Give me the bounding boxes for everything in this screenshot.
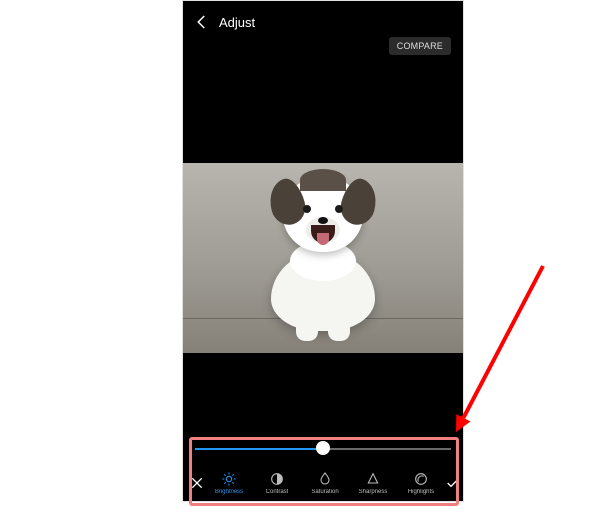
contrast-icon (269, 471, 285, 487)
tool-brightness-label: Brightness (215, 489, 243, 495)
check-icon (445, 475, 461, 491)
tool-saturation[interactable]: Saturation (301, 471, 349, 495)
confirm-button[interactable] (445, 475, 461, 491)
close-icon (189, 475, 205, 491)
saturation-icon (317, 471, 333, 487)
tool-highlights[interactable]: Highlights (397, 471, 445, 495)
tool-brightness[interactable]: Brightness (205, 471, 253, 495)
back-icon[interactable] (193, 13, 211, 31)
adjust-slider[interactable] (195, 441, 451, 457)
page-title: Adjust (219, 15, 255, 30)
cancel-button[interactable] (189, 475, 205, 491)
compare-button[interactable]: COMPARE (389, 37, 451, 55)
sharpness-icon (365, 471, 381, 487)
tool-contrast[interactable]: Contrast (253, 471, 301, 495)
brightness-icon (221, 471, 237, 487)
tool-sharpness[interactable]: Sharpness (349, 471, 397, 495)
header: Adjust (183, 11, 463, 33)
photo-preview (183, 163, 463, 353)
dog-image (248, 171, 398, 341)
highlights-icon (413, 471, 429, 487)
toolbar: Brightness Contrast Saturation Sharpness… (183, 465, 463, 501)
tool-contrast-label: Contrast (266, 489, 289, 495)
phone-screen: Adjust COMPARE (182, 0, 464, 502)
tool-saturation-label: Saturation (311, 489, 338, 495)
tool-sharpness-label: Sharpness (359, 489, 388, 495)
slider-thumb[interactable] (316, 441, 330, 455)
tool-highlights-label: Highlights (408, 489, 434, 495)
